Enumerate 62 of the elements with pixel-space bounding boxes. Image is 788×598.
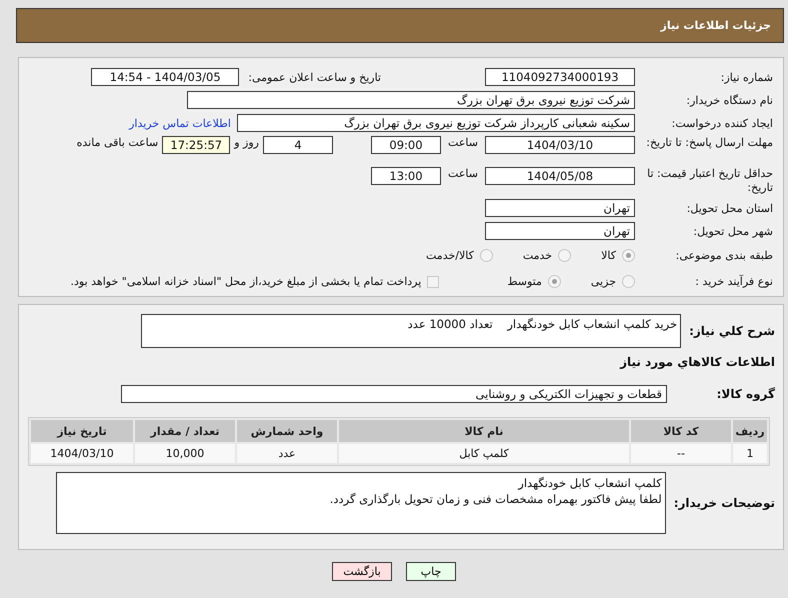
field-label: شهر محل تحویل: [692,224,774,238]
table-cell: -- [631,444,731,463]
remaining-time-field: 17:25:57 [162,136,230,154]
days-field: 4 [263,136,333,154]
checkbox[interactable] [427,276,440,288]
field-label: مهلت ارسال پاسخ: تا تاریخ: [645,136,774,150]
requester-field: سکینه شعبانی کارپرداز شرکت توزیع نیروی برق تهران بزرگ [237,114,635,132]
field-label: تاریخ و ساعت اعلان عمومی: [248,70,381,84]
table-cell: 10,000 [135,444,235,463]
print-button[interactable]: چاپ [406,562,456,581]
table-cell: 1404/03/10 [31,444,133,463]
field-label: نام دستگاه خریدار: [685,94,774,106]
payment-text: پرداخت تمام یا بخشی از مبلغ خرید،از محل "اسناد خزانه اسلامی" خواهد بود. [70,275,422,288]
column-header: ردیف [733,420,767,442]
need-number-field: 1104092734000193 [485,68,635,86]
deadline-date-field: 1404/03/10 [485,136,635,154]
radio-label: کالا/خدمت [426,249,474,262]
section-heading: اطلاعات کالاهاي مورد نياز [618,355,775,371]
radio-label: متوسط [507,275,542,288]
announce-date-field: 1404/03/05 - 14:54 [91,68,240,86]
radio-label: خدمت [522,249,552,262]
city-field: تهران [485,222,635,240]
deadline-time-field: 09:00 [371,136,441,154]
buyer-org-field: شرکت توزیع نیروی برق تهران بزرگ [187,91,635,109]
time-label: ساعت [447,136,479,149]
radio-button[interactable] [622,275,635,288]
radio-label: جزیی [590,275,616,288]
column-header: واحد شمارش [237,420,337,442]
notes-line: لطفا پیش فاکتور بهمراه مشخصات فنی و زمان تحویل بارگذاری گردد. [328,491,662,507]
remaining-label: ساعت باقی مانده [76,136,158,149]
time-label: ساعت [447,167,479,180]
field-label: طبقه بندی موضوعی: [674,249,774,262]
field-label: ایجاد کننده درخواست: [670,116,774,130]
radio-button[interactable] [622,249,635,262]
radio-label: کالا [601,249,616,262]
column-header: تاریخ نیاز [31,420,133,442]
radio-button[interactable] [480,249,493,262]
goods-group-field: قطعات و تجهیزات الکتریکی و روشنایی [121,385,667,403]
column-header: کد کالا [631,420,731,442]
field-label: حداقل تاریخ اعتبار قیمت: تا تاریخ: [646,167,774,195]
column-header: تعداد / مقدار [135,420,235,442]
field-label: گروه کالا: [716,387,775,401]
field-label: شرح کلي نياز: [689,324,775,338]
back-button[interactable]: بازگشت [332,562,392,581]
page-title: جزئیات اطلاعات نیاز [660,19,771,32]
table-cell: عدد [237,444,337,463]
column-header: نام کالا [339,420,629,442]
field-label: شماره نیاز: [720,70,774,84]
radio-button[interactable] [558,249,572,262]
validity-date-field: 1404/05/08 [485,167,635,185]
field-label: استان محل تحویل: [686,202,774,214]
notes-line: کلمپ انشعاب کابل خودنگهدار [516,475,662,491]
radio-button[interactable] [548,275,561,288]
description-field: خرید کلمپ انشعاب کابل خودنگهدار تعداد 10000 عدد [141,314,682,348]
days-label: روز و [234,136,259,149]
table-cell: کلمپ کابل [339,444,629,463]
province-field: تهران [485,199,635,217]
contact-link[interactable]: اطلاعات تماس خریدار [129,116,231,130]
table-cell: 1 [733,444,767,463]
field-label: توضیحات خریدار: [674,496,775,510]
validity-time-field: 13:00 [371,167,441,185]
field-label: نوع فرآیند خرید : [694,275,774,288]
